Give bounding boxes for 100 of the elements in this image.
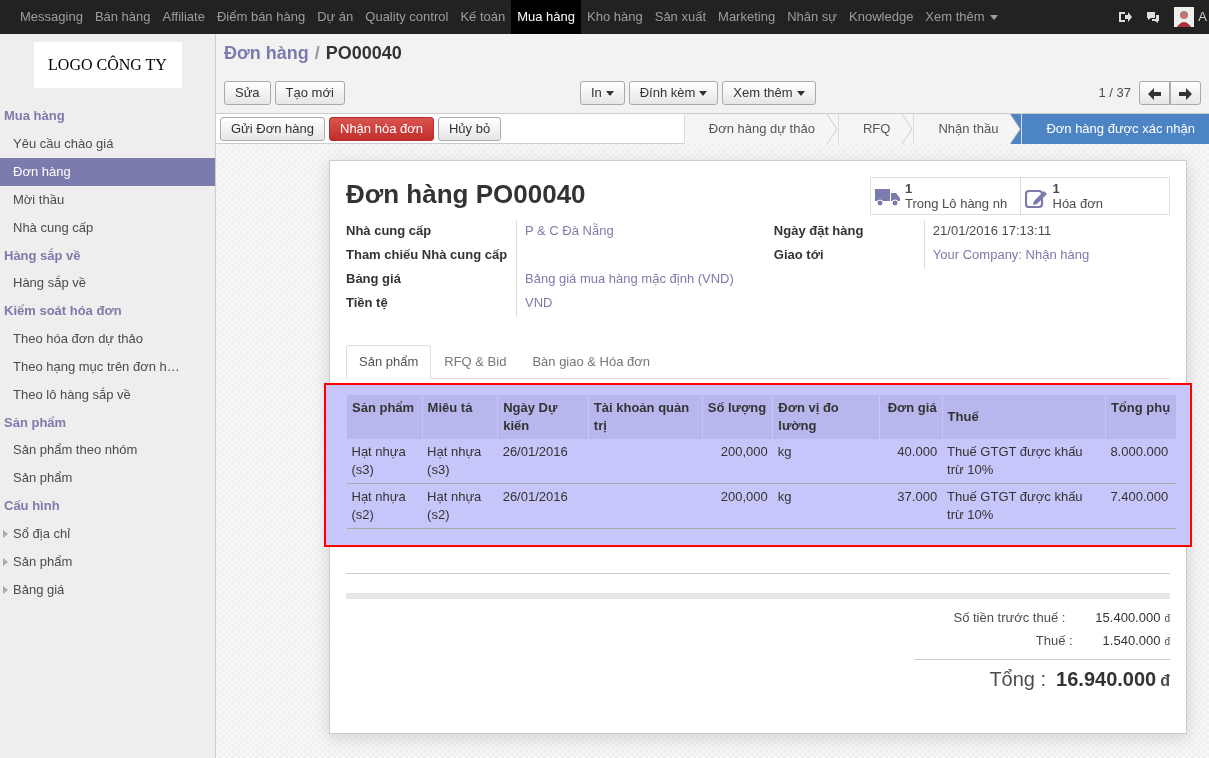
previous-button[interactable] (1139, 81, 1170, 105)
app-menu-item[interactable]: Messaging (14, 0, 89, 34)
menu-section-title: Cấu hình (3, 497, 61, 515)
tab[interactable]: RFQ & Bid (431, 345, 520, 379)
table-cell: Hạt nhựa (s2) (351, 488, 406, 522)
total-label: Tổng : (989, 666, 1047, 692)
table-cell: 37.000 (897, 488, 938, 504)
breadcrumb-separator: / (314, 43, 320, 63)
field-label: Tiền tệ (346, 294, 389, 312)
status-stage[interactable]: Đơn hàng dự thảo (683, 113, 838, 144)
edit-button[interactable]: Sửa (224, 81, 271, 105)
logout-icon (1119, 11, 1133, 23)
field-link[interactable]: Bảng giá mua hàng mặc định (VND) (525, 271, 734, 286)
smart-button-label: Trong Lô hàng nh (905, 196, 1008, 211)
dropdown-button[interactable]: Xem thêm (722, 81, 816, 105)
column-header: Tổng phụ (1105, 394, 1176, 439)
app-menu-item[interactable]: Sản xuất (648, 0, 713, 34)
table-cell: Thuế GTGT được khấu trừ 10% (947, 488, 1083, 522)
tab[interactable]: Sản phẩm (346, 345, 432, 379)
more-menu[interactable]: Xem thêm (919, 0, 1004, 34)
sidebar-item[interactable]: Bảng giá (0, 575, 215, 604)
next-button[interactable] (1170, 81, 1201, 105)
smart-button-count: 1 (1052, 181, 1061, 196)
menu-section-title: Sản phẩm (3, 413, 68, 432)
column-header: Đơn vị đo lường (772, 394, 880, 439)
avatar-icon (1174, 7, 1195, 27)
sidebar-item[interactable]: Đơn hàng (0, 157, 215, 186)
table-cell: 26/01/2016 (502, 488, 568, 504)
app-menu-item[interactable]: Kho hàng (581, 0, 649, 34)
app-menu-item[interactable]: Knowledge (843, 0, 920, 34)
sidebar-item[interactable]: Theo hóa đơn dự thảo (0, 324, 215, 353)
status-stage[interactable]: Đơn hàng được xác nhận (1021, 113, 1209, 144)
tab[interactable]: Bàn giao & Hóa đơn (519, 345, 664, 379)
app-menu-item[interactable]: Affiliate (156, 0, 211, 34)
sidebar-item[interactable]: Sổ địa chỉ (0, 519, 215, 548)
currency-symbol: đ (1164, 634, 1170, 649)
table-cell: Thuế GTGT được khấu trừ 10% (947, 443, 1083, 477)
smart-button-label: Hóa đơn (1052, 196, 1103, 211)
caret-icon (605, 91, 614, 97)
status-stage[interactable]: Nhận thầu (913, 113, 1022, 144)
sidebar-item[interactable]: Mời thầu (0, 185, 215, 214)
sidebar-item[interactable]: Theo lô hàng sắp về (0, 380, 215, 409)
column-header: Ngày Dự kiến (497, 394, 589, 439)
app-menu-item[interactable]: Quality control (359, 0, 455, 34)
table-cell: 8.000.000 (1110, 443, 1169, 459)
breadcrumb-current: PO00040 (325, 43, 402, 63)
field-label: Ngày đặt hàng (773, 222, 865, 240)
column-header: Tài khoản quản trị (588, 394, 703, 439)
dropdown-button[interactable]: In (579, 81, 625, 105)
sidebar-item[interactable]: Yêu cầu chào giá (0, 129, 215, 158)
sidebar-item[interactable]: Nhà cung cấp (0, 213, 215, 242)
field-label: Bảng giá (346, 270, 402, 288)
app-menu-item[interactable]: Điểm bán hàng (210, 0, 312, 34)
column-header: Sản phẩm (346, 394, 423, 439)
field-label: Giao tới (773, 246, 825, 264)
sidebar-item[interactable]: Theo hạng mục trên đơn h… (0, 352, 215, 381)
menu-section-title: Mua hàng (3, 107, 66, 125)
status-stage[interactable]: RFQ (837, 113, 914, 144)
field-label: Nhà cung cấp (346, 222, 433, 240)
table-cell: Hạt nhựa (s2) (427, 488, 482, 522)
table-cell: 26/01/2016 (502, 443, 568, 459)
app-menu-item[interactable]: Bán hàng (88, 0, 157, 34)
table-cell: kg (777, 488, 792, 504)
app-menu-item[interactable]: Nhân sự (781, 0, 844, 34)
pager-text: 1 / 37 (1098, 84, 1131, 103)
smart-button[interactable]: 1 Hóa đơn (1020, 178, 1169, 214)
arrow-left-icon (1148, 87, 1161, 100)
field-link[interactable]: Your Company: Nhận hàng (932, 247, 1090, 262)
currency-symbol: đ (1164, 611, 1170, 626)
user-name: A (1198, 8, 1207, 27)
app-menu-item[interactable]: Mua hàng (511, 0, 582, 34)
smart-button[interactable]: 1 Trong Lô hàng nh (871, 178, 1021, 214)
table-cell: Hạt nhựa (s3) (351, 443, 406, 477)
total-label: Thuế : (1035, 631, 1073, 650)
total-value: 16.940.000 (1056, 666, 1157, 692)
create-button[interactable]: Tạo mới (274, 81, 345, 105)
caret-icon (989, 14, 998, 20)
dropdown-button[interactable]: Đính kèm (628, 81, 719, 105)
expand-icon (3, 529, 8, 538)
menu-section-title: Kiểm soát hóa đơn (3, 302, 123, 320)
field-link[interactable]: VND (525, 295, 553, 310)
table-cell: 40.000 (897, 443, 938, 459)
sidebar-item[interactable]: Sản phẩm (0, 464, 215, 492)
field-link[interactable]: P & C Đà Nẵng (525, 223, 614, 238)
sidebar-item[interactable]: Hàng sắp về (0, 269, 215, 297)
sidebar-item[interactable]: Sản phẩm theo nhóm (0, 436, 215, 464)
app-menu-item[interactable]: Kế toán (454, 0, 512, 34)
table-cell: kg (777, 443, 792, 459)
action-button[interactable]: Hủy bỏ (438, 116, 502, 141)
action-button[interactable]: Gửi Đơn hàng (220, 116, 325, 141)
breadcrumb-link[interactable]: Đơn hàng (224, 43, 309, 63)
app-menu-item[interactable]: Marketing (712, 0, 782, 34)
action-button[interactable]: Nhận hóa đơn (329, 116, 434, 141)
field-value: 21/01/2016 17:13:11 (932, 223, 1052, 238)
table-cell: 200,000 (720, 443, 768, 459)
truck-icon (875, 187, 901, 207)
caret-icon (796, 91, 805, 97)
column-header: Miêu tả (422, 394, 498, 439)
app-menu-item[interactable]: Dự án (311, 0, 360, 34)
sidebar-item[interactable]: Sản phẩm (0, 547, 215, 576)
